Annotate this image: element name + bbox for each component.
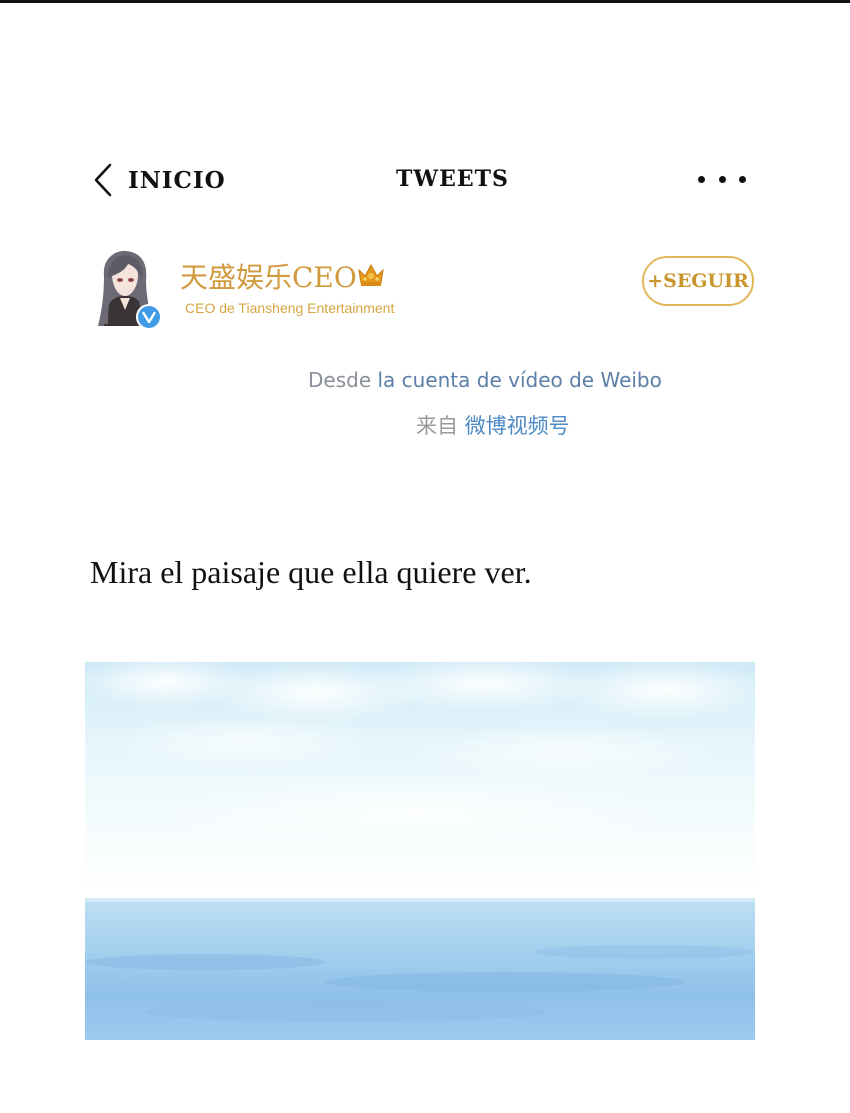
source-link-zh[interactable]: 微博视频号 (465, 414, 570, 438)
source-line-zh: 来自 微博视频号 (416, 410, 570, 440)
user-bio: CEO de Tiansheng Entertainment (185, 300, 395, 316)
user-name[interactable]: 天盛娱乐CEO (180, 256, 357, 296)
source-line-es: Desde la cuenta de vídeo de Weibo (308, 368, 662, 392)
post-text: Mira el paisaje que ella quiere ver. (90, 554, 532, 590)
crown-icon (356, 262, 386, 288)
page-title: TWEETS (396, 166, 509, 192)
source-prefix-es: Desde (308, 368, 378, 392)
source-prefix-zh: 来自 (416, 414, 465, 438)
follow-button[interactable]: +SEGUIR (642, 256, 754, 306)
back-label: INICIO (128, 166, 226, 194)
top-border (0, 0, 850, 18)
post-image[interactable] (85, 662, 755, 1040)
back-button[interactable]: INICIO (92, 162, 226, 198)
more-dot (718, 175, 726, 183)
source-link-es[interactable]: la cuenta de vídeo de Weibo (377, 368, 661, 392)
more-options-button[interactable] (698, 171, 746, 187)
chevron-left-icon (92, 162, 114, 198)
more-dot (739, 175, 746, 183)
verified-badge-icon (136, 304, 162, 330)
more-dots-icon (698, 175, 705, 183)
